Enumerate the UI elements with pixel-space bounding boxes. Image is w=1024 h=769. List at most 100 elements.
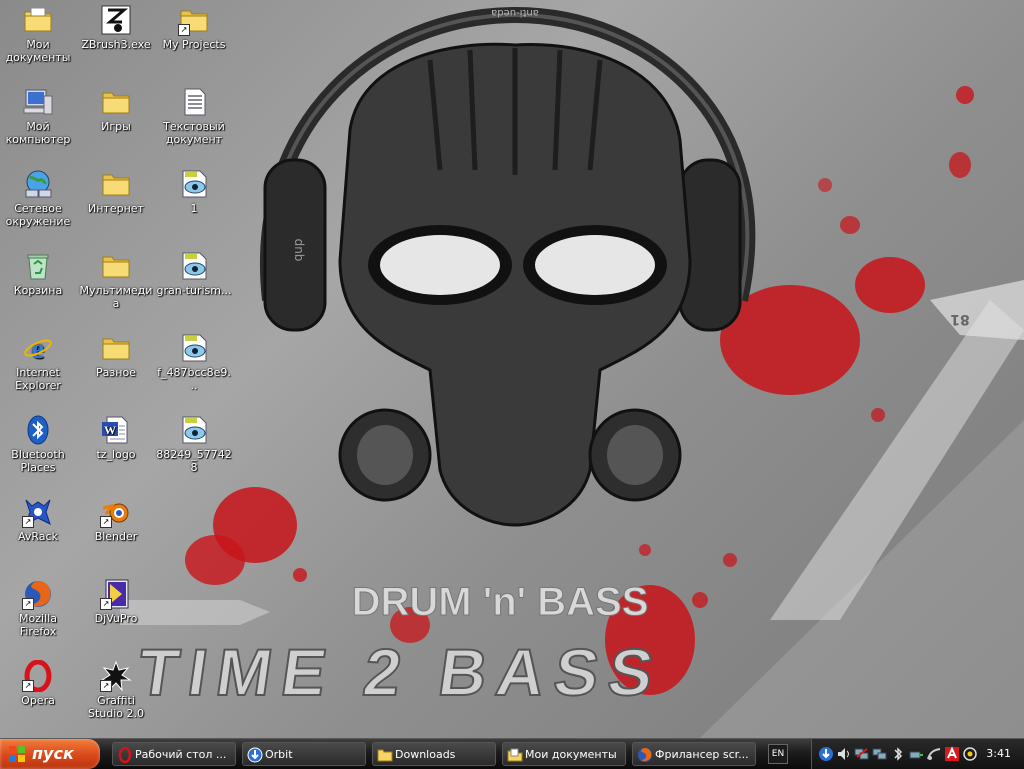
firefox-icon: ↗ [22, 578, 54, 610]
task-label: Рабочий стол ... [135, 748, 227, 761]
recycle-bin-icon [22, 250, 54, 282]
safely-remove-icon[interactable] [908, 746, 924, 762]
svg-text:W: W [104, 423, 116, 437]
image-file-icon [178, 332, 210, 364]
shortcut-arrow-icon: ↗ [100, 598, 112, 610]
task-freelancer-firefox[interactable]: Фрилансер scr... [632, 742, 756, 766]
volume-icon[interactable] [836, 746, 852, 762]
desktop-icon-my-projects[interactable]: ↗ My Projects [156, 4, 232, 51]
svg-text:e: e [32, 334, 44, 364]
shortcut-arrow-icon: ↗ [22, 598, 34, 610]
desktop-icon-games-folder[interactable]: Игры [78, 86, 154, 133]
desktop-icon-internet-folder[interactable]: Интернет [78, 168, 154, 215]
icon-label: Internet Explorer [15, 366, 61, 392]
icon-label: Текстовый документ [163, 120, 225, 146]
bluetooth-icon[interactable] [890, 746, 906, 762]
opera-icon [118, 747, 132, 763]
shortcut-arrow-icon: ↗ [22, 680, 34, 692]
folder-icon [100, 332, 132, 364]
folder-icon [100, 168, 132, 200]
task-label: Фрилансер scr... [655, 748, 749, 761]
avrack-icon: ↗ [22, 496, 54, 528]
desktop-icon-88249[interactable]: 88249_577428 [156, 414, 232, 474]
wallpaper-subline: TIME 2 BASS [133, 636, 668, 710]
task-downloads[interactable]: Downloads [372, 742, 496, 766]
word-document-icon: W [100, 414, 132, 446]
antivirus-icon[interactable] [944, 746, 960, 762]
download-icon [247, 747, 263, 763]
icon-label: Graffiti Studio 2.0 [87, 694, 145, 720]
audio-manager-icon[interactable] [926, 746, 942, 762]
language-indicator[interactable]: EN [768, 744, 788, 764]
firefox-icon [638, 748, 652, 762]
task-orbit[interactable]: Orbit [242, 742, 366, 766]
clock[interactable]: 3:41 [986, 739, 1011, 769]
desktop-icon-gran-turismo[interactable]: gran-turism... [156, 250, 232, 297]
task-label: Downloads [395, 748, 456, 761]
radio-icon[interactable] [962, 746, 978, 762]
desktop-icon-opera[interactable]: ↗ Opera [0, 659, 76, 707]
headphone-band-text: anti-ueda [491, 7, 539, 18]
desktop-icon-f-487bcc8e9[interactable]: f_487bcc8e9... [156, 332, 232, 392]
icon-label: Opera [21, 694, 55, 707]
task-desktop-window[interactable]: Рабочий стол ... [112, 742, 236, 766]
shortcut-arrow-icon: ↗ [100, 516, 112, 528]
task-label: Orbit [265, 748, 293, 761]
folder-icon [377, 749, 393, 762]
icon-label: 1 [190, 202, 198, 215]
icon-label: DjVuPro [94, 612, 138, 625]
network-disconnected-icon[interactable] [854, 746, 870, 762]
desktop-icon-graffiti-studio[interactable]: ↗ Graffiti Studio 2.0 [78, 660, 154, 720]
bluetooth-icon [22, 414, 54, 446]
desktop-icon-blender[interactable]: ↗ Blender [78, 496, 154, 543]
start-button[interactable]: пуск [0, 739, 100, 769]
desktop-icon-internet-explorer[interactable]: e Internet Explorer [0, 332, 76, 392]
icon-label: AvRack [18, 530, 58, 543]
desktop-icon-text-document[interactable]: Текстовый документ [156, 86, 232, 146]
graffiti-studio-icon: ↗ [100, 660, 132, 692]
desktop-icon-my-documents[interactable]: Мои документы [0, 4, 76, 64]
folder-icon [100, 250, 132, 282]
my-documents-icon [22, 4, 54, 36]
wallpaper-headline: DRUM 'n' BASS [352, 580, 649, 624]
icon-label: Bluetooth Places [11, 448, 65, 474]
icon-label: tz_logo [96, 448, 136, 461]
task-my-documents[interactable]: Мои документы [502, 742, 626, 766]
internet-explorer-icon: e [22, 332, 54, 365]
network-icon[interactable] [872, 746, 888, 762]
shortcut-arrow-icon: ↗ [100, 680, 112, 692]
icon-label: Mozilla Firefox [19, 612, 57, 638]
icon-label: Разное [96, 366, 136, 379]
desktop-icon-recycle-bin[interactable]: Корзина [0, 250, 76, 297]
download-icon[interactable] [818, 746, 834, 762]
my-documents-icon [507, 748, 523, 762]
icon-label: Игры [101, 120, 131, 133]
desktop-icon-zbrush[interactable]: ZBrush3.exe [78, 4, 154, 51]
system-tray: 3:41 [811, 739, 1024, 769]
desktop-icon-my-computer[interactable]: Мой компьютер [0, 86, 76, 146]
desktop[interactable]: DRUM 'n' BASS TIME 2 BASS anti-ueda dnb … [0, 0, 1024, 738]
opera-icon: ↗ [22, 659, 54, 693]
network-icon [22, 168, 54, 200]
desktop-icon-firefox[interactable]: ↗ Mozilla Firefox [0, 578, 76, 638]
image-file-icon [178, 414, 210, 446]
taskbar: пуск Рабочий стол ... Orbit Downloads Мо… [0, 738, 1024, 769]
zbrush-icon [100, 4, 132, 36]
desktop-icon-avrack[interactable]: ↗ AvRack [0, 496, 76, 543]
image-file-icon [178, 168, 210, 200]
image-file-icon [178, 250, 210, 282]
desktop-icon-bluetooth[interactable]: Bluetooth Places [0, 414, 76, 474]
djvu-icon: ↗ [100, 578, 132, 610]
headphone-cup-text: dnb [292, 239, 306, 262]
desktop-icon-misc-folder[interactable]: Разное [78, 332, 154, 379]
desktop-icon-multimedia-folder[interactable]: Мультимедиа [78, 250, 154, 310]
icon-label: Мультимедиа [79, 284, 153, 310]
my-computer-icon [22, 86, 54, 118]
task-label: Мои документы [525, 748, 617, 761]
desktop-icon-djvupro[interactable]: ↗ DjVuPro [78, 578, 154, 625]
folder-icon [100, 86, 132, 118]
desktop-icon-network[interactable]: Сетевое окружение [0, 168, 76, 228]
desktop-icon-tz-logo[interactable]: W tz_logo [78, 414, 154, 461]
desktop-icon-image-1[interactable]: 1 [156, 168, 232, 215]
icon-label: ZBrush3.exe [81, 38, 151, 51]
